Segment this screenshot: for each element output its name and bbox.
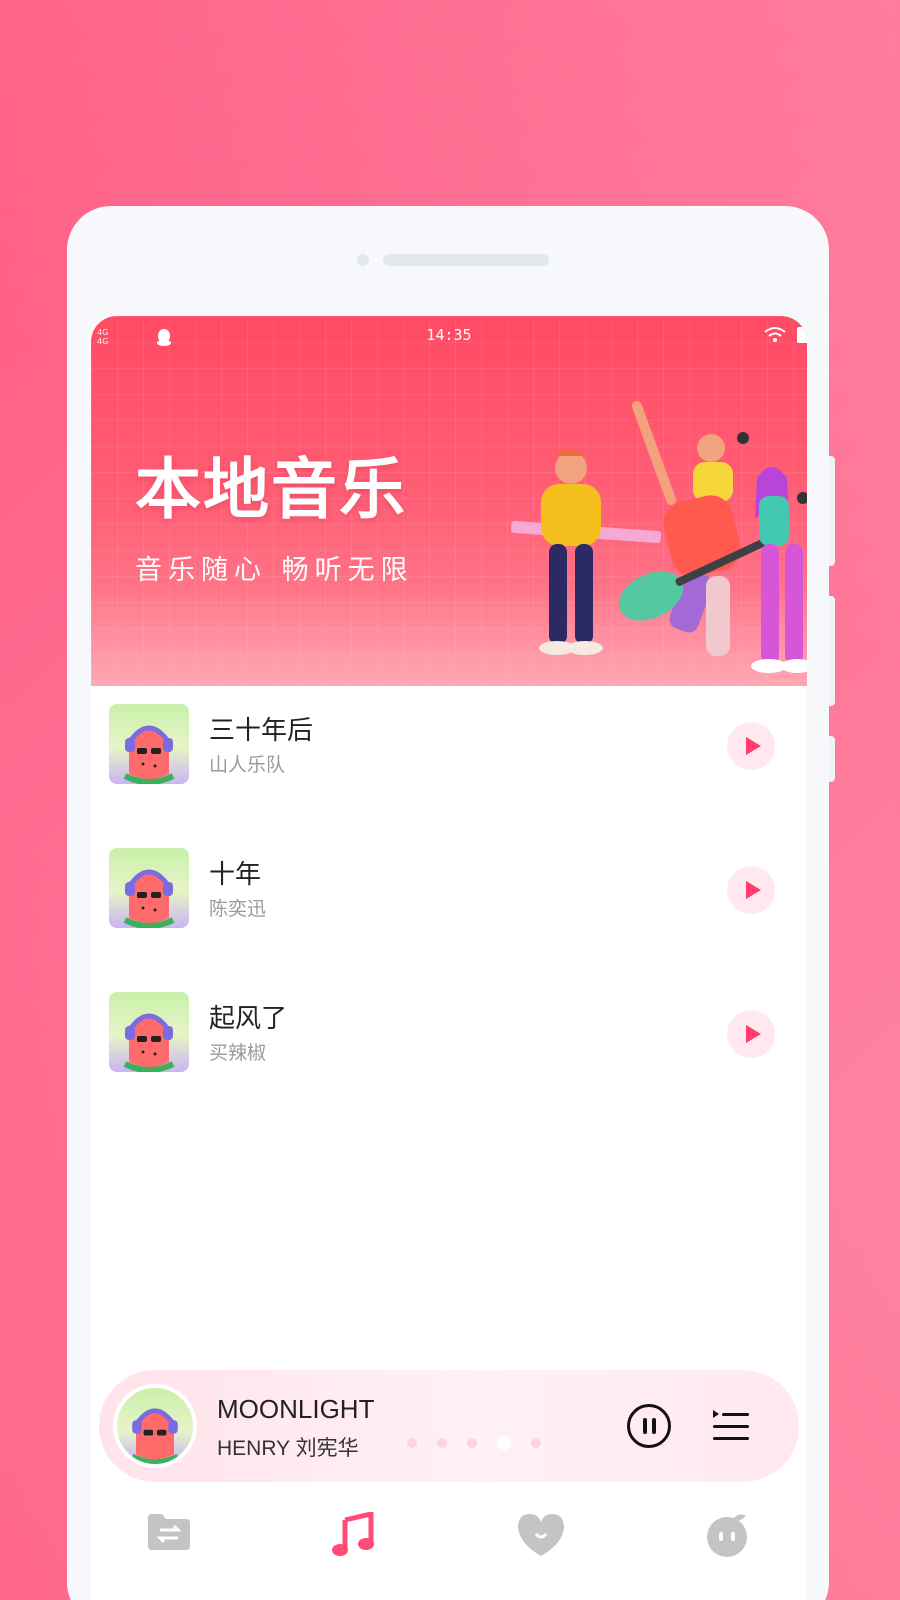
heart-icon	[518, 1514, 564, 1556]
song-cover	[109, 848, 189, 928]
status-right	[763, 326, 807, 344]
song-cover	[109, 704, 189, 784]
phone-frame: 4G 4G 14:35 本地音乐 音乐随心 畅听无限 三十年后 山人乐队 十年 …	[67, 206, 835, 1600]
playlist-icon[interactable]	[711, 1406, 751, 1446]
song-item[interactable]: 三十年后 山人乐队	[91, 686, 807, 786]
status-time: 14:35	[426, 326, 472, 344]
banner-subtitle: 音乐随心 畅听无限	[135, 555, 414, 586]
play-icon	[745, 881, 761, 899]
song-cover	[109, 992, 189, 1072]
wifi-icon	[764, 327, 786, 342]
volume-down-button	[829, 596, 835, 706]
song-artist: 山人乐队	[209, 754, 286, 776]
song-item[interactable]: 十年 陈奕迅	[91, 830, 807, 930]
app-screen: 4G 4G 14:35 本地音乐 音乐随心 畅听无限 三十年后 山人乐队 十年 …	[91, 316, 807, 1600]
tab-profile[interactable]	[687, 1512, 767, 1592]
folder-transfer-icon	[148, 1514, 190, 1550]
play-icon	[745, 1025, 761, 1043]
music-note-icon	[332, 1512, 374, 1556]
play-button[interactable]	[727, 722, 775, 770]
page-dot	[407, 1438, 417, 1448]
song-artist: 买辣椒	[209, 1042, 267, 1064]
page-dot	[467, 1438, 477, 1448]
banner-title: 本地音乐	[135, 451, 407, 528]
front-camera	[357, 254, 369, 266]
bottom-tab-bar	[91, 1512, 807, 1600]
watermelon-mascot-icon	[123, 869, 175, 928]
power-button	[829, 736, 835, 782]
watermelon-mascot-icon	[123, 1013, 175, 1072]
page-dot	[437, 1438, 447, 1448]
tab-local-music[interactable]	[313, 1512, 393, 1592]
pause-icon-bar	[642, 1418, 647, 1434]
watermelon-mascot-icon	[130, 1408, 180, 1464]
now-playing-title: MOONLIGHT	[217, 1394, 375, 1424]
now-playing-cover	[113, 1384, 197, 1468]
pause-button[interactable]	[627, 1404, 671, 1448]
song-title: 起风了	[209, 1004, 288, 1034]
header-banner: 4G 4G 14:35 本地音乐 音乐随心 畅听无限	[91, 316, 807, 686]
pause-icon-bar	[651, 1418, 656, 1434]
band-illustration	[510, 401, 807, 673]
play-button[interactable]	[727, 1010, 775, 1058]
battery-icon	[797, 327, 807, 343]
now-playing-artist: HENRY 刘宪华	[217, 1437, 359, 1460]
profile-face-icon	[707, 1514, 747, 1557]
mini-player[interactable]: MOONLIGHT HENRY 刘宪华	[99, 1370, 799, 1482]
earpiece	[383, 254, 549, 266]
tab-favorites[interactable]	[501, 1512, 581, 1592]
page-dot	[531, 1438, 541, 1448]
song-artist: 陈奕迅	[209, 898, 267, 920]
watermelon-mascot-icon	[123, 725, 175, 784]
volume-up-button	[829, 456, 835, 566]
song-title: 三十年后	[209, 716, 314, 746]
song-item[interactable]: 起风了 买辣椒	[91, 974, 807, 1074]
play-icon	[745, 737, 761, 755]
page-dot-active	[497, 1436, 511, 1450]
page-indicator	[407, 1436, 541, 1450]
play-button[interactable]	[727, 866, 775, 914]
song-title: 十年	[209, 860, 262, 890]
tab-transfer[interactable]	[129, 1512, 209, 1592]
status-bar: 4G 4G 14:35	[91, 324, 807, 352]
